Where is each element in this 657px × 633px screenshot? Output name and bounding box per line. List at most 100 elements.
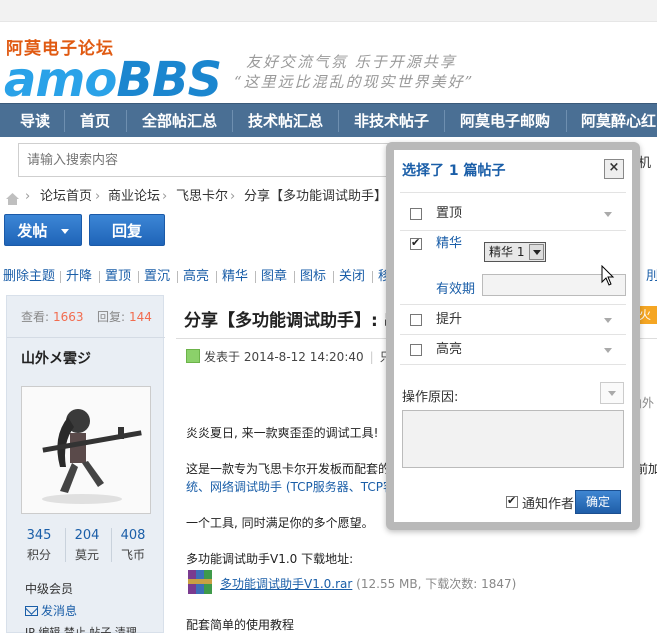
dialog-divider xyxy=(400,304,626,305)
bump-checkbox[interactable] xyxy=(410,314,422,326)
mod-delete-thread[interactable]: 删除主题 xyxy=(3,266,55,288)
post-paragraph-1: 炎炎夏日, 来一款爽歪歪的调试工具! xyxy=(186,426,379,440)
highlight-label: 高亮 xyxy=(436,342,463,357)
credit-feibi-value: 408 xyxy=(120,528,146,543)
chevron-down-icon[interactable] xyxy=(604,318,612,323)
mod-digest[interactable]: 精华 xyxy=(222,266,248,288)
mod-close[interactable]: 关闭 xyxy=(339,266,365,288)
search-box xyxy=(18,143,398,177)
stick-label: 置顶 xyxy=(436,206,463,221)
credit-moyuan[interactable]: 204 莫元 xyxy=(67,528,107,563)
online-status-icon xyxy=(186,349,200,363)
nav-separator xyxy=(566,110,567,132)
breadcrumb-forum-home[interactable]: 论坛首页 xyxy=(40,186,92,208)
mod-stamp[interactable]: 图章 xyxy=(261,266,287,288)
mouse-cursor-icon xyxy=(601,265,615,286)
nav-item-shop[interactable]: 阿莫电子邮购 xyxy=(460,104,550,138)
breadcrumb-separator: › xyxy=(162,189,168,204)
site-header: 阿莫电子论坛 amoBBS 友好交流气氛 乐于开源共享 “这里远比混乱的现实世界… xyxy=(0,22,657,108)
dialog-divider xyxy=(400,230,626,231)
digest-level-value: 精华 1 xyxy=(489,245,525,259)
post-paragraph-4: 一个工具, 同时满足你的多个愿望。 xyxy=(186,516,374,530)
nav-item-guide[interactable]: 导读 xyxy=(20,104,50,138)
moderation-dialog: 选择了 1 篇帖子 × 置顶 精华 精华 1 有效期 提升 高亮 操作原因: 通… xyxy=(386,142,640,530)
reason-label: 操作原因: xyxy=(402,390,459,405)
credit-separator xyxy=(65,528,66,562)
post-paragraph-2: 这是一款专为飞思卡尔开发板而配套的 xyxy=(186,462,391,476)
digest-label: 精华 xyxy=(436,236,463,251)
close-button[interactable]: × xyxy=(604,159,624,179)
send-message-label: 发消息 xyxy=(41,604,78,618)
nav-item-non-tech-posts[interactable]: 非技术帖子 xyxy=(354,104,429,138)
reply-button[interactable]: 回复 xyxy=(89,214,165,246)
user-level: 中级会员 xyxy=(25,582,74,596)
credit-moyuan-label: 莫元 xyxy=(74,548,99,562)
avatar[interactable] xyxy=(21,386,151,514)
top-strip xyxy=(0,0,657,22)
breadcrumb-separator: › xyxy=(230,189,236,204)
notify-author-label: 通知作者 xyxy=(522,497,575,512)
user-admin-links[interactable]: IP 编辑 禁止 帖子 清理 xyxy=(25,624,137,633)
new-post-button[interactable]: 发帖 xyxy=(4,214,82,246)
site-logo[interactable]: 阿莫电子论坛 amoBBS xyxy=(4,39,222,108)
site-slogan: 友好交流气氛 乐于开源共享 “这里远比混乱的现实世界美好” xyxy=(234,52,474,92)
confirm-button[interactable]: 确定 xyxy=(575,490,621,514)
home-icon[interactable] xyxy=(6,191,19,213)
credit-feibi[interactable]: 408 飞币 xyxy=(113,528,153,563)
thread-stats: 查看: 1663 回复: 144 xyxy=(7,296,165,338)
dialog-divider xyxy=(400,192,626,193)
post-feature-link[interactable]: 统、网络调试助手 (TCP服务器、TCP客 xyxy=(186,480,395,494)
post-paragraph-3: 统、网络调试助手 (TCP服务器、TCP客 xyxy=(186,478,395,496)
send-message-link[interactable]: 发消息 xyxy=(25,602,77,619)
credit-points-label: 积分 xyxy=(26,548,51,562)
bump-label: 提升 xyxy=(436,312,463,327)
dialog-title: 选择了 1 篇帖子 xyxy=(402,163,506,179)
mod-separator xyxy=(99,271,100,283)
mod-stick[interactable]: 置顶 xyxy=(105,266,131,288)
nav-item-home[interactable]: 首页 xyxy=(80,104,110,138)
attachment-download-link[interactable]: 多功能调试助手V1.0.rar xyxy=(220,577,352,591)
post-title: 分享【多功能调试助手】: 串 xyxy=(184,311,401,331)
nav-item-amo-red[interactable]: 阿莫醉心红 xyxy=(581,104,656,138)
post-paragraph-6: 配套简单的使用教程 xyxy=(186,618,295,632)
mod-icon[interactable]: 图标 xyxy=(300,266,326,288)
mod-tail[interactable]: 刖 xyxy=(646,266,657,288)
attachment: 多功能调试助手V1.0.rar (12.55 MB, 下载次数: 1847) xyxy=(186,568,516,596)
stick-checkbox[interactable] xyxy=(410,208,422,220)
chevron-down-icon[interactable] xyxy=(604,212,612,217)
mod-separator xyxy=(216,271,217,283)
highlight-checkbox[interactable] xyxy=(410,344,422,356)
mod-highlight[interactable]: 高亮 xyxy=(183,266,209,288)
credit-moyuan-value: 204 xyxy=(74,528,100,543)
author-name[interactable]: 山外メ雲ジ xyxy=(21,348,91,368)
search-input[interactable] xyxy=(19,144,397,176)
nav-item-tech-posts[interactable]: 技术帖汇总 xyxy=(248,104,323,138)
credit-feibi-label: 飞币 xyxy=(120,548,145,562)
chevron-down-icon xyxy=(60,229,69,234)
nav-separator xyxy=(338,110,339,132)
chevron-down-icon[interactable] xyxy=(604,348,612,353)
reason-dropdown[interactable] xyxy=(600,382,624,404)
replies-count: 144 xyxy=(129,310,152,324)
digest-checkbox[interactable] xyxy=(410,236,422,250)
reason-textarea[interactable] xyxy=(402,410,624,468)
nav-separator xyxy=(126,110,127,132)
slogan-line-2: “这里远比混乱的现实世界美好” xyxy=(234,73,475,91)
mod-separator xyxy=(333,271,334,283)
mod-sink[interactable]: 置沉 xyxy=(144,266,170,288)
breadcrumb-separator: › xyxy=(95,189,101,204)
post-time: 发表于 2014-8-12 14:20:40 xyxy=(204,350,364,364)
credit-points[interactable]: 345 积分 xyxy=(19,528,59,563)
mod-bump[interactable]: 升降 xyxy=(66,266,92,288)
chevron-down-icon xyxy=(529,244,544,260)
breadcrumb-business[interactable]: 商业论坛 xyxy=(108,186,160,208)
mail-icon xyxy=(25,602,38,616)
notify-author-checkbox[interactable] xyxy=(506,494,518,508)
nav-separator xyxy=(444,110,445,132)
digest-level-select[interactable]: 精华 1 xyxy=(484,242,546,262)
nav-separator xyxy=(232,110,233,132)
post-paragraph-5: 多功能调试助手V1.0 下载地址: xyxy=(186,552,354,566)
breadcrumb-current-post[interactable]: 分享【多功能调试助手】: 串 xyxy=(244,186,409,208)
breadcrumb-freescale[interactable]: 飞思卡尔 xyxy=(176,186,228,208)
nav-item-all-posts[interactable]: 全部帖汇总 xyxy=(142,104,217,138)
